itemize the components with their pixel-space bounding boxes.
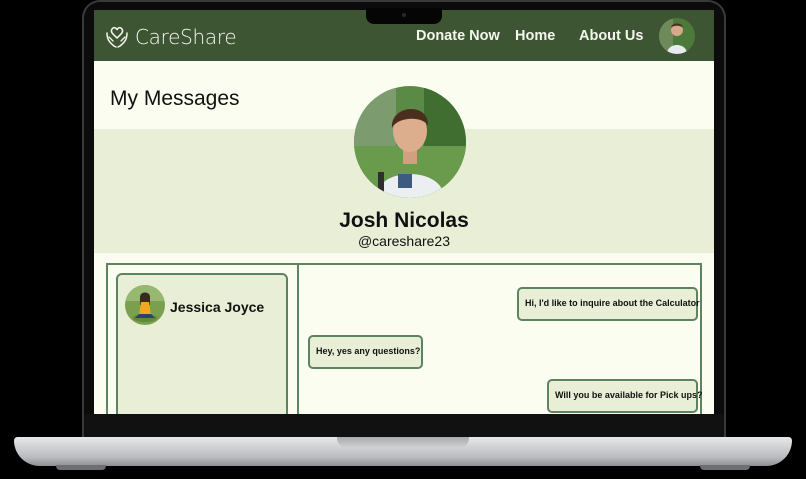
contact-avatar bbox=[125, 285, 165, 325]
contact-item[interactable]: Jessica Joyce bbox=[116, 273, 288, 414]
profile-handle: @careshare23 bbox=[357, 233, 451, 249]
message-received: Hey, yes any questions? bbox=[308, 335, 423, 369]
camera-notch bbox=[366, 8, 442, 24]
user-avatar[interactable] bbox=[659, 18, 695, 54]
laptop-foot-left bbox=[56, 465, 106, 470]
app-screen: CareShare Donate Now Home About Us My Me… bbox=[94, 10, 714, 414]
contacts-list: Jessica Joyce bbox=[108, 265, 299, 414]
messages-panel: Jessica Joyce Hi, I'd like to inquire ab… bbox=[106, 263, 702, 414]
laptop-foot-right bbox=[700, 465, 750, 470]
nav-home[interactable]: Home bbox=[515, 28, 555, 44]
contact-name: Jessica Joyce bbox=[170, 299, 265, 315]
profile-avatar bbox=[354, 86, 466, 198]
page-title: My Messages bbox=[110, 87, 240, 110]
profile-name: Josh Nicolas bbox=[339, 209, 469, 232]
brand-name: CareShare bbox=[135, 25, 237, 49]
nav-about-us[interactable]: About Us bbox=[579, 28, 643, 44]
message-sent: Will you be available for Pick ups? bbox=[547, 379, 702, 413]
camera-icon bbox=[402, 13, 406, 17]
nav-donate-now[interactable]: Donate Now bbox=[416, 28, 500, 44]
bottom-bezel bbox=[84, 414, 724, 439]
brand-logo[interactable]: CareShare bbox=[104, 24, 237, 50]
message-sent: Hi, I'd like to inquire about the Calcul… bbox=[517, 287, 700, 321]
heart-hands-icon bbox=[106, 26, 128, 48]
base-groove bbox=[337, 437, 469, 448]
chat-thread: Hi, I'd like to inquire about the Calcul… bbox=[299, 265, 702, 414]
